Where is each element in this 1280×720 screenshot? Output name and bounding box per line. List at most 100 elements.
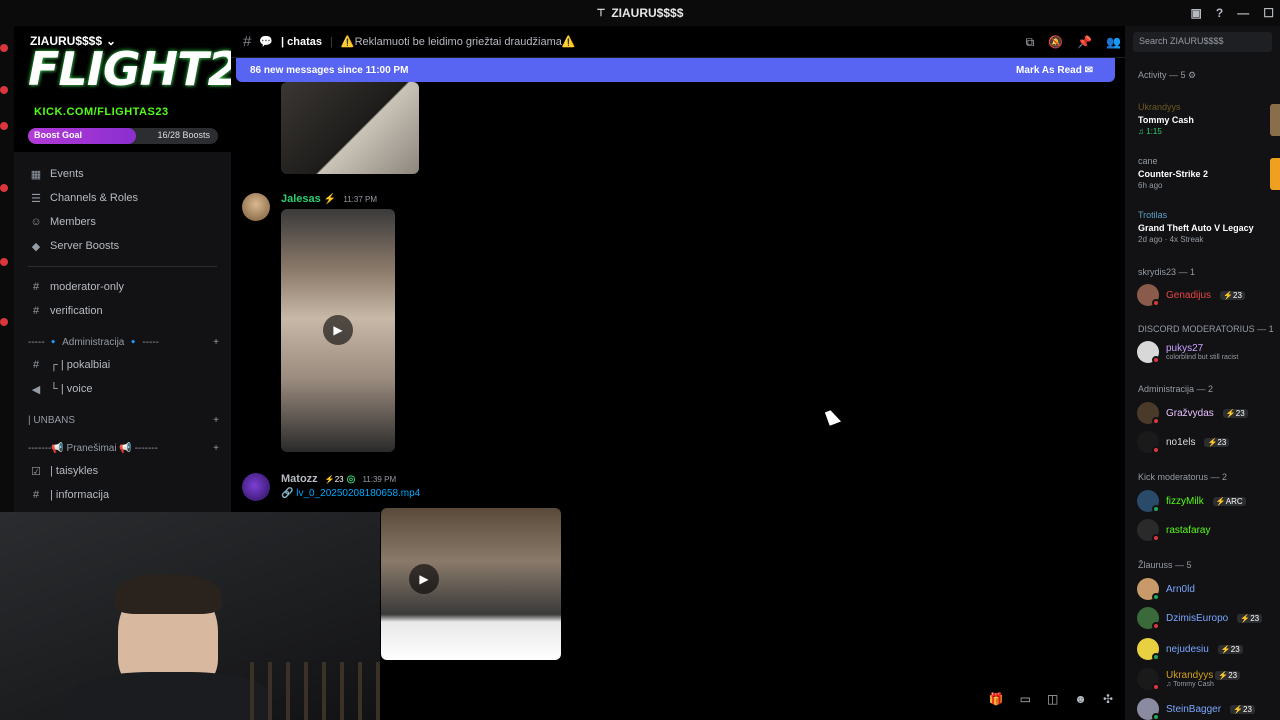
mark-as-read-button[interactable]: Mark As Read ✉ <box>1016 65 1093 76</box>
attachment-link[interactable]: 🔗 lv_0_20250208180658.mp4 <box>281 488 420 499</box>
activity-card[interactable]: Trotilas Grand Theft Auto V Legacy 2d ag… <box>1138 210 1280 244</box>
add-channel-icon[interactable]: + <box>213 443 219 454</box>
help-icon[interactable]: ? <box>1216 6 1223 20</box>
person-hair <box>114 574 222 614</box>
nav-server-boosts[interactable]: ◆ Server Boosts <box>14 234 231 258</box>
member-item[interactable]: Arn0ld <box>1137 578 1195 601</box>
nav-events[interactable]: ▦ Events <box>14 162 231 186</box>
notification-badge <box>0 44 8 52</box>
composer-toolbar: 🎁 ▭ ◫ ☻ ✣ <box>989 692 1113 706</box>
minimize-button[interactable]: — <box>1237 6 1249 20</box>
image-attachment[interactable] <box>281 82 419 174</box>
channel-pokalbiai[interactable]: # ┌ | pokalbiai <box>14 353 231 377</box>
avatar[interactable] <box>242 193 270 221</box>
calendar-icon: ▦ <box>30 168 42 181</box>
message-timestamp: 11:37 PM <box>343 195 377 204</box>
kick-link: KICK.COM/FLIGHTAS23 <box>34 106 169 118</box>
message-timestamp: 11:39 PM <box>362 475 397 484</box>
avatar <box>1137 698 1160 720</box>
category-pranesimai[interactable]: -------📢 Pranešimai 📢 ------- + <box>14 437 231 459</box>
channel-voice[interactable]: ◀ └ | voice <box>14 377 231 401</box>
title-bar: ⊤ ZIAURU$$$$ ▣ ? — ☐ <box>0 0 1280 26</box>
apps-icon[interactable]: ✣ <box>1103 692 1113 706</box>
speaker-icon: ◀ <box>31 383 41 396</box>
avatar <box>1137 402 1160 425</box>
add-channel-icon[interactable]: + <box>213 337 219 348</box>
gift-icon[interactable]: 🎁 <box>989 692 1004 706</box>
nav-members[interactable]: ☺ Members <box>14 210 231 234</box>
divider <box>28 266 217 267</box>
category-unbans[interactable]: | UNBANS + <box>14 409 231 431</box>
member-item[interactable]: no1els ⚡23 <box>1137 431 1230 454</box>
hash-icon: # <box>32 305 40 317</box>
play-button[interactable]: ▶ <box>323 315 353 345</box>
member-item[interactable]: pukys27 colorblind but still racist <box>1137 341 1238 364</box>
channel-taisykles[interactable]: ☑ | taisykles <box>14 459 231 483</box>
avatar <box>1137 578 1160 601</box>
hash-icon: # <box>243 33 252 50</box>
activity-card[interactable]: cane Counter-Strike 2 6h ago <box>1138 156 1280 190</box>
member-item[interactable]: rastafaray <box>1137 519 1210 542</box>
channel-informacija[interactable]: # | informacija <box>14 483 231 507</box>
notification-badge <box>0 258 8 266</box>
video-attachment[interactable]: ▶ <box>281 209 395 452</box>
role-group-header: Kick moderatorus — 2 <box>1138 472 1228 482</box>
category-administracija[interactable]: ----- 🔹 Administracija 🔹 ----- + <box>14 331 231 353</box>
threads-icon[interactable]: ⧉ <box>1026 35 1035 50</box>
avatar <box>1137 284 1160 307</box>
role-group-header: DISCORD MODERATORIUS — 1 <box>1138 324 1274 334</box>
message-author[interactable]: Matozz ⚡23 ◎ 11:39 PM <box>281 473 396 485</box>
member-list-icon[interactable]: 👥 <box>1106 35 1121 49</box>
member-item[interactable]: DzimisEuropo ⚡23 <box>1137 607 1263 630</box>
members-icon: ☺ <box>30 216 42 228</box>
webcam-overlay <box>0 512 380 720</box>
notification-badge <box>0 122 8 130</box>
server-icon: ⊤ <box>596 7 606 19</box>
play-button[interactable]: ▶ <box>409 564 439 594</box>
emoji-icon[interactable]: ☻ <box>1074 692 1087 706</box>
video-attachment[interactable]: ▶ <box>381 508 561 660</box>
new-messages-bar[interactable]: 86 new messages since 11:00 PM Mark As R… <box>236 58 1115 82</box>
avatar <box>1137 519 1160 542</box>
channel-topic[interactable]: ⚠️Reklamuoti be leidimo griežtai draudži… <box>341 35 576 48</box>
gear-icon[interactable]: ⚙ <box>1188 70 1196 80</box>
inbox-icon[interactable]: ▣ <box>1191 6 1202 20</box>
avatar <box>1137 431 1160 454</box>
activity-header: Activity — 5 ⚙ <box>1138 70 1197 80</box>
member-item[interactable]: nejudesiu ⚡23 <box>1137 638 1243 661</box>
add-channel-icon[interactable]: + <box>213 415 219 426</box>
avatar <box>1137 668 1160 691</box>
channel-name: | chatas <box>281 35 323 48</box>
message-author[interactable]: Jalesas ⚡ 11:37 PM <box>281 193 377 205</box>
search-input[interactable]: Search ZIAURU$$$$ <box>1133 32 1272 52</box>
server-logo: FLIGHT23 <box>28 42 231 96</box>
gif-icon[interactable]: ▭ <box>1020 692 1031 706</box>
member-item[interactable]: Gražvydas ⚡23 <box>1137 402 1248 425</box>
channel-header: # 💬 | chatas | ⚠️Reklamuoti be leidimo g… <box>231 26 1125 58</box>
avatar[interactable] <box>242 473 270 501</box>
member-item[interactable]: Genadijus ⚡23 <box>1137 284 1245 307</box>
avatar <box>1137 490 1160 513</box>
role-badge: ⚡23 <box>324 475 344 484</box>
member-item[interactable]: Ukrandyys ⚡23 ♫ Tommy Cash <box>1137 668 1241 691</box>
paperclip-icon: 🔗 <box>281 488 294 499</box>
hash-icon: # <box>32 281 40 293</box>
maximize-button[interactable]: ☐ <box>1263 6 1274 20</box>
person-hoodie <box>70 672 270 720</box>
role-group-header: Administracija — 2 <box>1138 384 1214 394</box>
boost-goal-bar[interactable]: Boost Goal 16/28 Boosts <box>28 128 218 144</box>
sticker-icon[interactable]: ◫ <box>1047 692 1058 706</box>
activity-card[interactable]: Ukrandyys Tommy Cash ♫ 1:15 <box>1138 102 1280 136</box>
hash-icon: # <box>32 359 40 371</box>
mouse-cursor <box>824 408 842 426</box>
role-badge-icon: ⚡ <box>323 194 337 205</box>
channel-verification[interactable]: # verification <box>14 299 231 323</box>
server-banner: ZIAURU$$$$ ⌄ FLIGHT23 KICK.COM/FLIGHTAS2… <box>14 26 231 152</box>
channel-moderator-only[interactable]: # moderator-only <box>14 275 231 299</box>
pin-icon[interactable]: 📌 <box>1077 35 1092 49</box>
member-item[interactable]: SteinBagger ⚡23 <box>1137 698 1255 720</box>
nav-channels-roles[interactable]: ☰ Channels & Roles <box>14 186 231 210</box>
mute-icon[interactable]: 🔕 <box>1048 35 1063 49</box>
member-item[interactable]: fizzyMilk ⚡ARC <box>1137 490 1246 513</box>
activity-thumbnail <box>1270 104 1280 136</box>
